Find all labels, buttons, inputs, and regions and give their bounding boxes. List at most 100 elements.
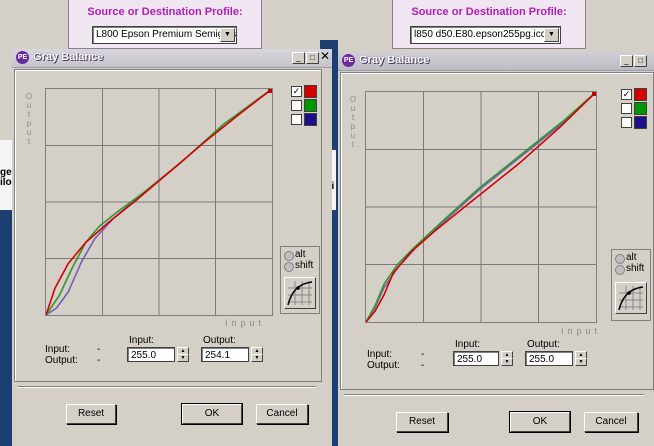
- y-axis-letter: t: [27, 110, 31, 119]
- profile-select[interactable]: l850 d50.E80.epson255pg.icc ▼: [410, 26, 561, 44]
- separator: [18, 386, 316, 388]
- output-stepper[interactable]: ▲ ▼: [251, 347, 263, 362]
- app-icon: PE: [342, 54, 355, 67]
- close-icon[interactable]: ✕: [320, 50, 330, 62]
- gray-balance-chart[interactable]: [45, 88, 273, 316]
- alt-label: alt: [626, 252, 637, 263]
- gray-balance-chart[interactable]: [365, 91, 597, 323]
- chevron-down-icon[interactable]: ▼: [177, 354, 189, 362]
- input-field[interactable]: 255.0: [127, 347, 175, 362]
- row-input-dash: -: [421, 349, 425, 360]
- row-input-label: Input:: [367, 349, 393, 360]
- profile-panel-right: Source or Destination Profile: l850 d50.…: [392, 0, 586, 49]
- minimize-icon[interactable]: _: [620, 55, 633, 67]
- row-output-label: Output:: [367, 360, 400, 371]
- input-field-label: Input:: [129, 335, 155, 346]
- curve-preset-button[interactable]: [615, 282, 647, 314]
- reset-button[interactable]: Reset: [396, 412, 448, 432]
- channel-blue-checkbox[interactable]: [621, 117, 632, 128]
- dialog-title: Gray Balance: [33, 51, 104, 63]
- y-axis-letter: u: [350, 104, 356, 113]
- cancel-button[interactable]: Cancel: [584, 412, 638, 432]
- output-field[interactable]: 255.0: [525, 351, 573, 366]
- chevron-down-icon[interactable]: ▼: [220, 28, 235, 42]
- modifier-panel: alt shift: [611, 249, 651, 321]
- row-input-dash: -: [97, 344, 101, 355]
- shift-radio[interactable]: [615, 265, 625, 275]
- channel-green-checkbox[interactable]: [621, 103, 632, 114]
- curve-preset-button[interactable]: [284, 277, 316, 309]
- curve-endpoint-handle[interactable]: [592, 92, 596, 96]
- chart-svg[interactable]: [46, 89, 272, 315]
- row-output-dash: -: [97, 355, 101, 366]
- output-field-label: Output:: [527, 339, 560, 350]
- chevron-down-icon[interactable]: ▼: [251, 354, 263, 362]
- channel-red-checkbox[interactable]: ✓: [291, 86, 302, 97]
- curve-panel: O u t p u t Input ✓ alt shift Input: - O…: [14, 69, 322, 382]
- background-window-strip: [0, 210, 12, 446]
- y-axis-letter: t: [351, 140, 355, 149]
- maximize-icon[interactable]: □: [634, 55, 647, 67]
- gray-balance-dialog-left: PE Gray Balance _ □ ✕ O u t p u t Input …: [12, 49, 332, 446]
- minimize-icon[interactable]: _: [292, 52, 305, 64]
- y-axis-letter: u: [26, 128, 32, 137]
- output-field-label: Output:: [203, 335, 236, 346]
- chevron-down-icon[interactable]: ▼: [501, 358, 513, 366]
- y-axis-letter: t: [351, 113, 355, 122]
- y-axis-letter: p: [350, 122, 356, 131]
- title-bar[interactable]: PE Gray Balance _ □: [338, 52, 654, 71]
- modifier-panel: alt shift: [280, 246, 320, 314]
- profile-panel-left: Source or Destination Profile: L800 Epso…: [68, 0, 262, 49]
- alt-radio[interactable]: [284, 251, 294, 261]
- row-output-label: Output:: [45, 355, 78, 366]
- output-field[interactable]: 254.1: [201, 347, 249, 362]
- shift-label: shift: [626, 263, 645, 274]
- channel-green-swatch: [634, 102, 647, 115]
- input-stepper[interactable]: ▲ ▼: [501, 351, 513, 366]
- chevron-down-icon[interactable]: ▼: [544, 28, 559, 42]
- maximize-icon[interactable]: □: [306, 52, 319, 64]
- ok-button[interactable]: OK: [509, 411, 571, 433]
- output-stepper[interactable]: ▲ ▼: [575, 351, 587, 366]
- input-stepper[interactable]: ▲ ▼: [177, 347, 189, 362]
- y-axis-letter: O: [25, 92, 33, 101]
- channel-blue-checkbox[interactable]: [291, 114, 302, 125]
- y-axis-label: O u t p u t: [25, 92, 33, 146]
- input-field-label: Input:: [455, 339, 481, 350]
- alt-radio[interactable]: [615, 254, 625, 264]
- channel-red-checkbox[interactable]: ✓: [621, 89, 632, 100]
- background-fragment-b: ilo: [0, 177, 12, 188]
- dialog-title: Gray Balance: [359, 54, 430, 66]
- ok-button[interactable]: OK: [181, 403, 243, 425]
- y-axis-letter: p: [26, 119, 32, 128]
- app-icon: PE: [16, 51, 29, 64]
- curve-endpoint-handle[interactable]: [268, 89, 272, 93]
- channel-blue-swatch: [304, 113, 317, 126]
- cancel-button[interactable]: Cancel: [256, 404, 308, 424]
- row-output-dash: -: [421, 360, 425, 371]
- row-input-label: Input:: [45, 344, 71, 355]
- channel-red-swatch: [634, 88, 647, 101]
- curve-preset-icon: [618, 286, 644, 311]
- y-axis-letter: t: [27, 137, 31, 146]
- reset-button[interactable]: Reset: [66, 404, 116, 424]
- shift-radio[interactable]: [284, 262, 294, 272]
- y-axis-letter: O: [349, 95, 357, 104]
- y-axis-letter: u: [350, 131, 356, 140]
- title-bar[interactable]: PE Gray Balance _ □ ✕: [12, 49, 332, 68]
- shift-label: shift: [295, 260, 314, 271]
- curve-panel: O u t p u t Input ✓ alt shift Input: - O…: [340, 72, 654, 390]
- chevron-down-icon[interactable]: ▼: [575, 358, 587, 366]
- profile-select-value: L800 Epson Premium Semigloss.: [96, 29, 237, 40]
- x-axis-label: Input: [561, 326, 602, 336]
- channel-green-checkbox[interactable]: [291, 100, 302, 111]
- profile-select-value: l850 d50.E80.epson255pg.icc: [414, 29, 546, 40]
- curve-preset-icon: [287, 281, 313, 306]
- gray-balance-dialog-right: PE Gray Balance _ □ O u t p u t Input ✓ …: [338, 52, 654, 446]
- input-field[interactable]: 255.0: [453, 351, 499, 366]
- profile-label: Source or Destination Profile:: [411, 6, 567, 18]
- profile-select[interactable]: L800 Epson Premium Semigloss. ▼: [92, 26, 237, 44]
- chart-svg[interactable]: [366, 92, 596, 322]
- y-axis-letter: u: [26, 101, 32, 110]
- channel-red-swatch: [304, 85, 317, 98]
